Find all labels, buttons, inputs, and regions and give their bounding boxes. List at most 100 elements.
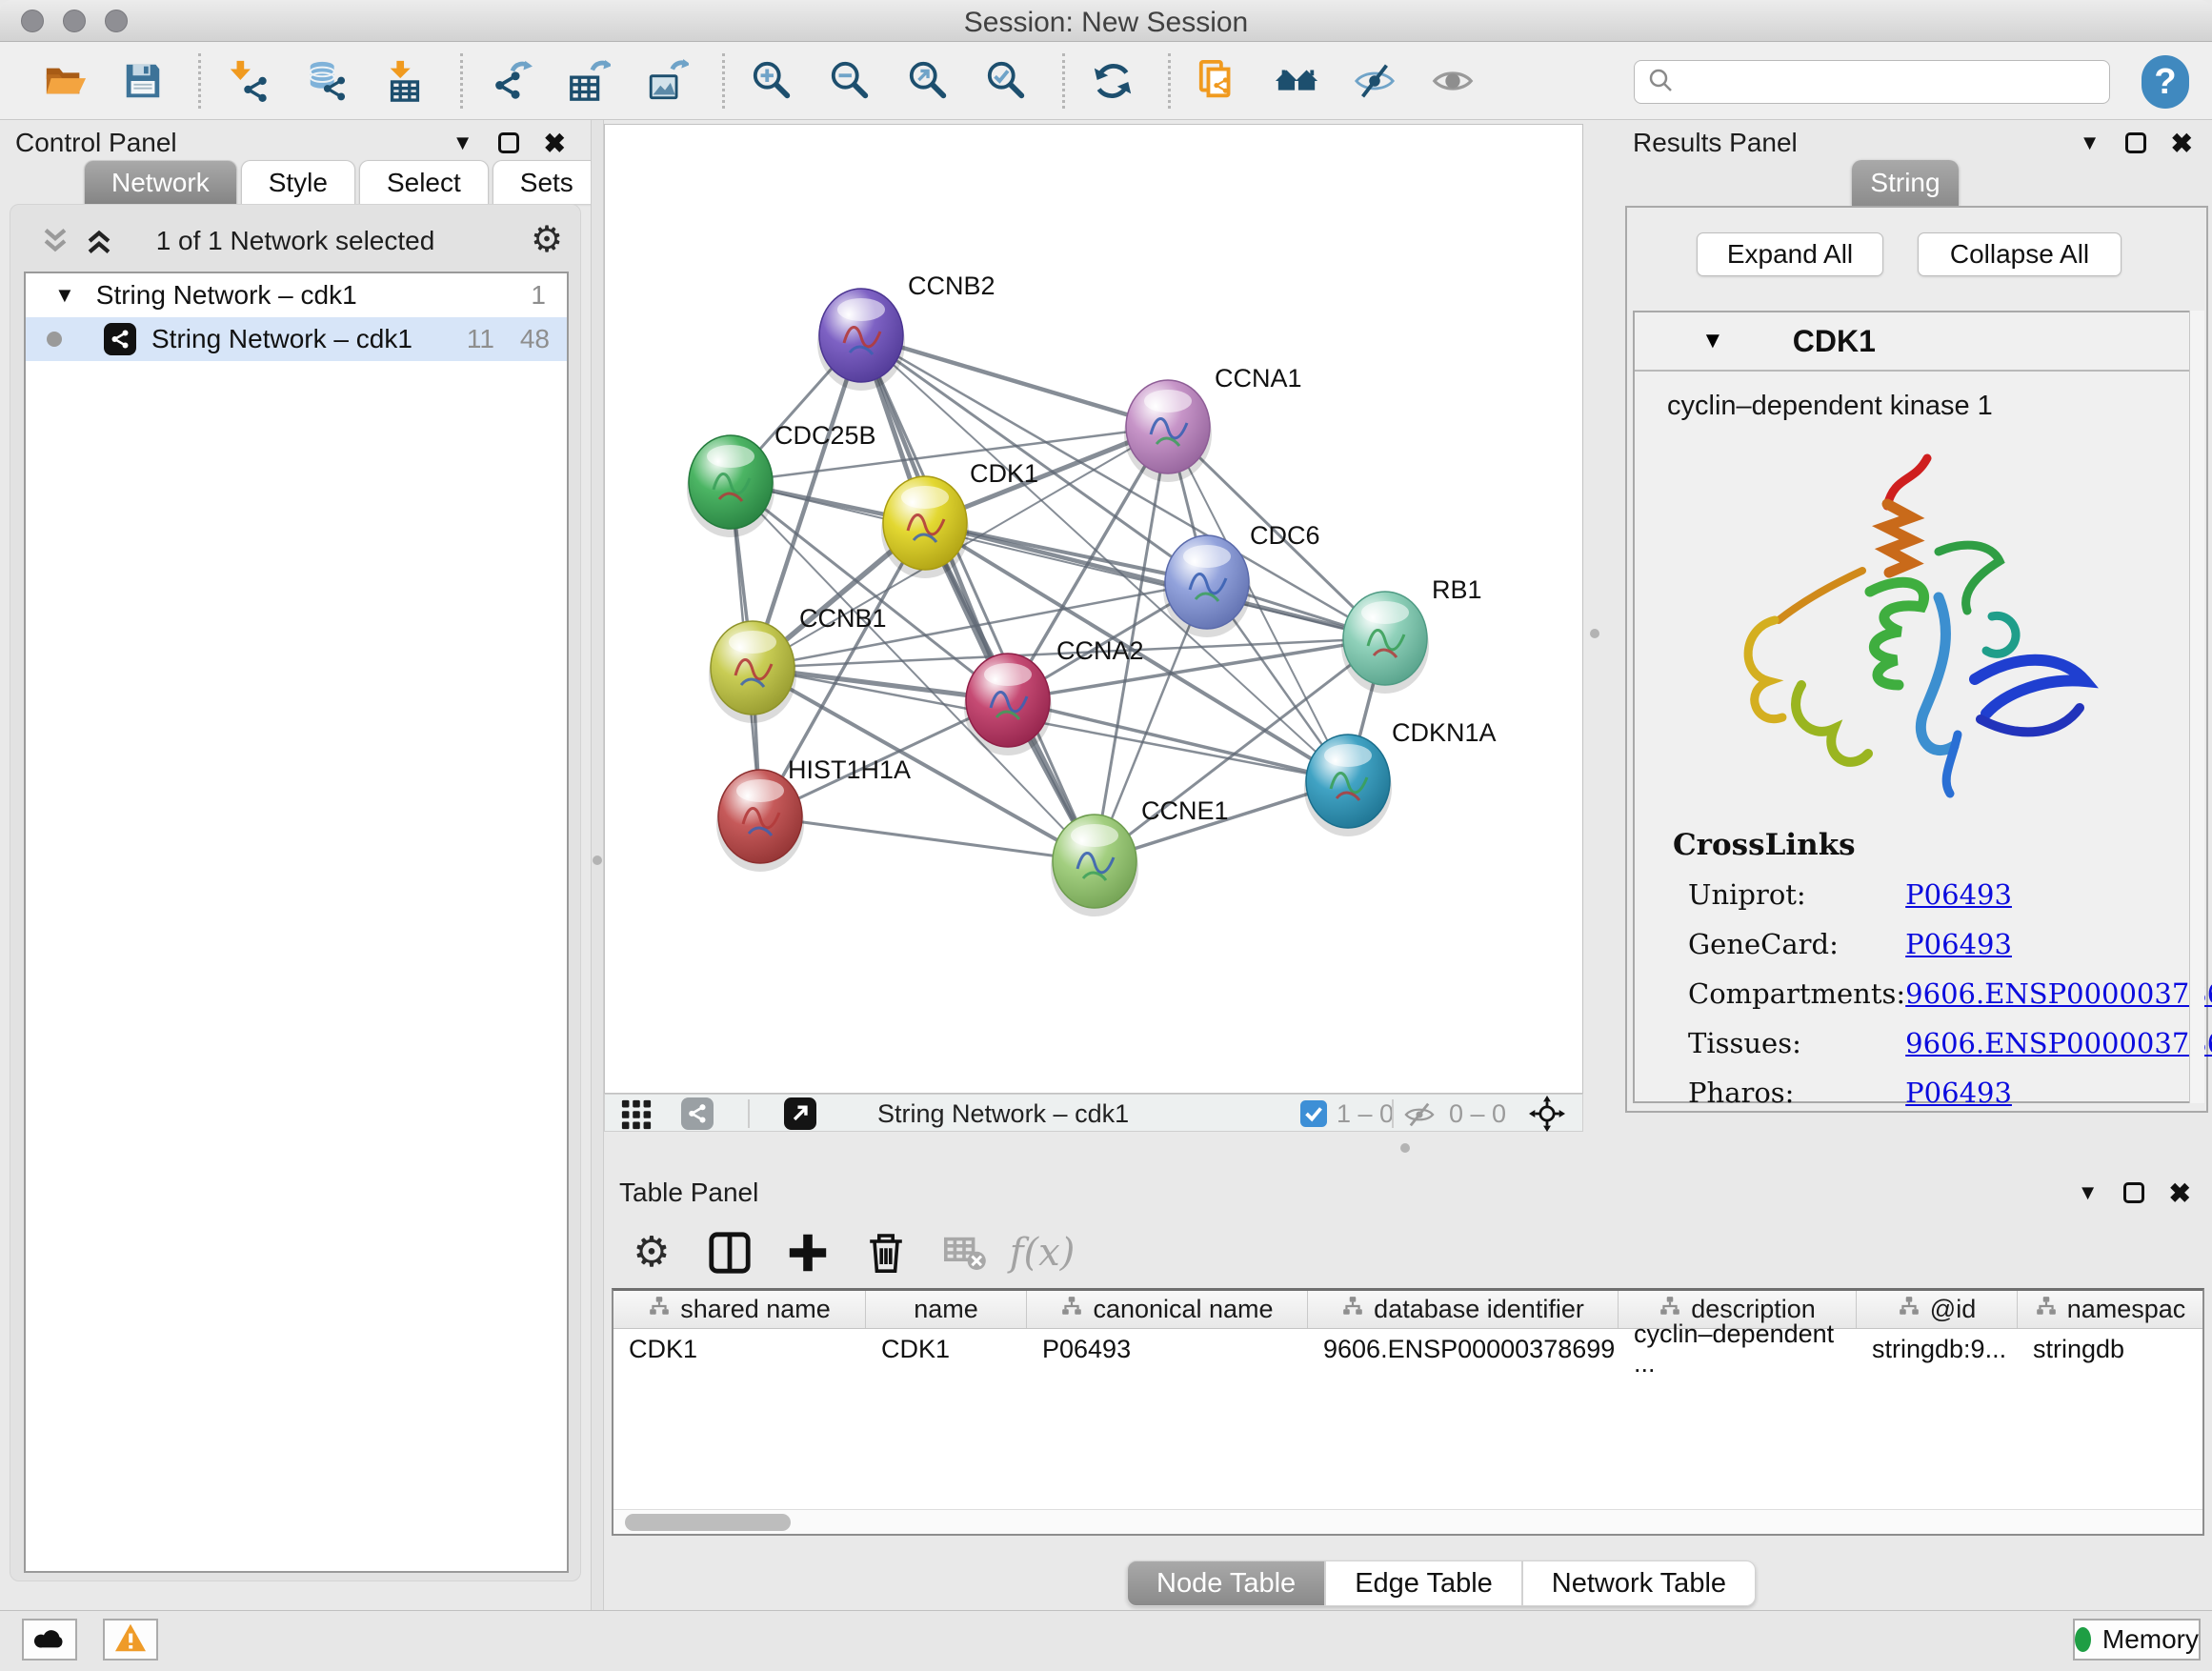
expand-all-button[interactable]: Expand All [1697,232,1883,276]
panel-float-icon[interactable] [2125,132,2146,153]
column-header[interactable]: canonical name [1027,1291,1308,1328]
clone-network-icon[interactable] [1192,54,1245,108]
table-panel-title: Table Panel [619,1178,758,1208]
warnings-button[interactable] [103,1619,158,1661]
cloud-button[interactable] [22,1619,77,1661]
table-row[interactable]: CDK1 CDK1 P06493 9606.ENSP00000378699 cy… [613,1329,2202,1369]
cell-description[interactable]: cyclin–dependent ... [1619,1329,1857,1369]
section-caret-icon[interactable]: ▼ [1701,328,1724,354]
network-node-CCNB2[interactable]: CCNB2 [817,272,995,391]
tab-network-table[interactable]: Network Table [1522,1560,1756,1606]
gene-name: CDK1 [1793,324,1876,359]
network-options-gear-icon[interactable]: ⚙ [531,222,563,254]
export-image-icon[interactable] [640,54,694,108]
crosslink-uniprot[interactable]: P06493 [1905,878,2012,911]
show-eye-icon[interactable] [1426,54,1479,108]
network-node-CCNE1[interactable]: CCNE1 [1051,796,1229,916]
tree-caret-icon[interactable]: ▼ [54,283,75,308]
panel-close-icon[interactable]: ✖ [2169,1178,2191,1209]
import-table-icon[interactable] [378,54,432,108]
show-columns-icon[interactable] [707,1230,753,1276]
table-horizontal-scrollbar[interactable] [613,1509,2202,1534]
string-network-graph[interactable]: CCNB2CCNA1CDC25BCDK1CDC6RB1CCNB1CCNA2CDK… [605,125,1582,1093]
splitter-handle[interactable] [593,856,602,865]
detach-view-icon[interactable] [784,1097,816,1130]
crosslink-genecard[interactable]: P06493 [1905,928,2012,960]
crosslink-compartments[interactable]: 9606.ENSP00000378699 [1905,977,2212,1010]
control-panel-header: Control Panel ▼ ✖ [0,124,591,162]
tab-edge-table[interactable]: Edge Table [1325,1560,1522,1606]
add-column-icon[interactable] [785,1230,831,1276]
tab-select[interactable]: Select [359,160,489,204]
column-header[interactable]: @id [1857,1291,2018,1328]
tab-string[interactable]: String [1852,160,1959,206]
network-canvas[interactable]: CCNB2CCNA1CDC25BCDK1CDC6RB1CCNB1CCNA2CDK… [604,124,1583,1094]
memory-label: Memory [2102,1624,2199,1655]
cell-namespace[interactable]: stringdb [2018,1329,2202,1369]
memory-button[interactable]: Memory [2073,1619,2201,1661]
panel-menu-caret-icon[interactable]: ▼ [452,131,473,155]
crosslink-tissues[interactable]: 9606.ENSP00000378699 [1905,1027,2212,1059]
network-node-CCNA1[interactable]: CCNA1 [1124,364,1302,482]
import-network-icon[interactable] [222,54,275,108]
hide-eye-icon[interactable] [1348,54,1401,108]
cell-id[interactable]: stringdb:9... [1857,1329,2018,1369]
zoom-in-icon[interactable] [746,54,799,108]
refresh-icon[interactable] [1086,54,1139,108]
splitter-handle[interactable] [1590,629,1599,638]
panel-close-icon[interactable]: ✖ [544,128,566,159]
tab-sets[interactable]: Sets [493,160,601,204]
tab-network[interactable]: Network [84,160,237,204]
homes-icon[interactable] [1270,54,1323,108]
network-node-CDC25B[interactable]: CDC25B [687,421,876,537]
column-header[interactable]: database identifier [1308,1291,1619,1328]
birdseye-crosshair-icon[interactable] [1529,1096,1565,1132]
column-header[interactable]: name [866,1291,1027,1328]
splitter-handle[interactable] [1400,1143,1410,1153]
panel-menu-caret-icon[interactable]: ▼ [2080,131,2101,155]
search-input[interactable] [1675,68,2109,97]
network-tree-root-row[interactable]: ▼ String Network – cdk1 1 [26,273,567,317]
delete-column-icon[interactable] [863,1230,909,1276]
open-folder-icon[interactable] [38,54,91,108]
panel-float-icon[interactable] [498,132,519,153]
toolbar-separator [198,53,201,109]
gene-section-header[interactable]: ▼ CDK1 [1635,312,2191,372]
selected-counter: 1 – 0 [1337,1099,1394,1129]
export-network-icon[interactable] [484,54,537,108]
crosslink-pharos[interactable]: P06493 [1905,1077,2012,1109]
export-table-icon[interactable] [562,54,615,108]
zoom-out-icon[interactable] [824,54,877,108]
panel-float-icon[interactable] [2123,1182,2144,1203]
column-header[interactable]: namespac [2018,1291,2202,1328]
network-node-CDC6[interactable]: CDC6 [1163,521,1320,637]
grid-view-icon[interactable] [620,1098,653,1131]
left-splitter[interactable] [591,120,604,1610]
collapse-all-button[interactable]: Collapse All [1918,232,2122,276]
network-node-HIST1H1A[interactable]: HIST1H1A [716,755,911,872]
hidden-eye-slash-icon[interactable] [1403,1098,1436,1131]
network-tree-row[interactable]: String Network – cdk1 11 48 [26,317,567,361]
save-icon[interactable] [116,54,170,108]
tab-node-table[interactable]: Node Table [1127,1560,1325,1606]
selected-checkbox-icon[interactable] [1300,1100,1327,1127]
column-header[interactable]: shared name [613,1291,866,1328]
import-network-database-icon[interactable] [300,54,353,108]
share-view-icon[interactable] [681,1097,714,1130]
network-node-RB1[interactable]: RB1 [1341,575,1482,694]
results-scrollbar[interactable] [2189,311,2204,1103]
scrollbar-thumb[interactable] [625,1514,791,1531]
network-node-CDKN1A[interactable]: CDKN1A [1304,718,1497,836]
cell-name[interactable]: CDK1 [866,1329,1027,1369]
cell-database-identifier[interactable]: 9606.ENSP00000378699 [1308,1329,1619,1369]
table-options-gear-icon[interactable]: ⚙ [629,1230,674,1276]
panel-close-icon[interactable]: ✖ [2171,128,2193,159]
cytoscape-window: Session: New Session ? Control Panel [0,0,2212,1671]
help-icon[interactable]: ? [2142,55,2189,109]
panel-menu-caret-icon[interactable]: ▼ [2078,1180,2099,1205]
tab-style[interactable]: Style [241,160,355,204]
cell-shared-name[interactable]: CDK1 [613,1329,866,1369]
zoom-selected-icon[interactable] [980,54,1034,108]
cell-canonical-name[interactable]: P06493 [1027,1329,1308,1369]
zoom-fit-icon[interactable] [902,54,955,108]
